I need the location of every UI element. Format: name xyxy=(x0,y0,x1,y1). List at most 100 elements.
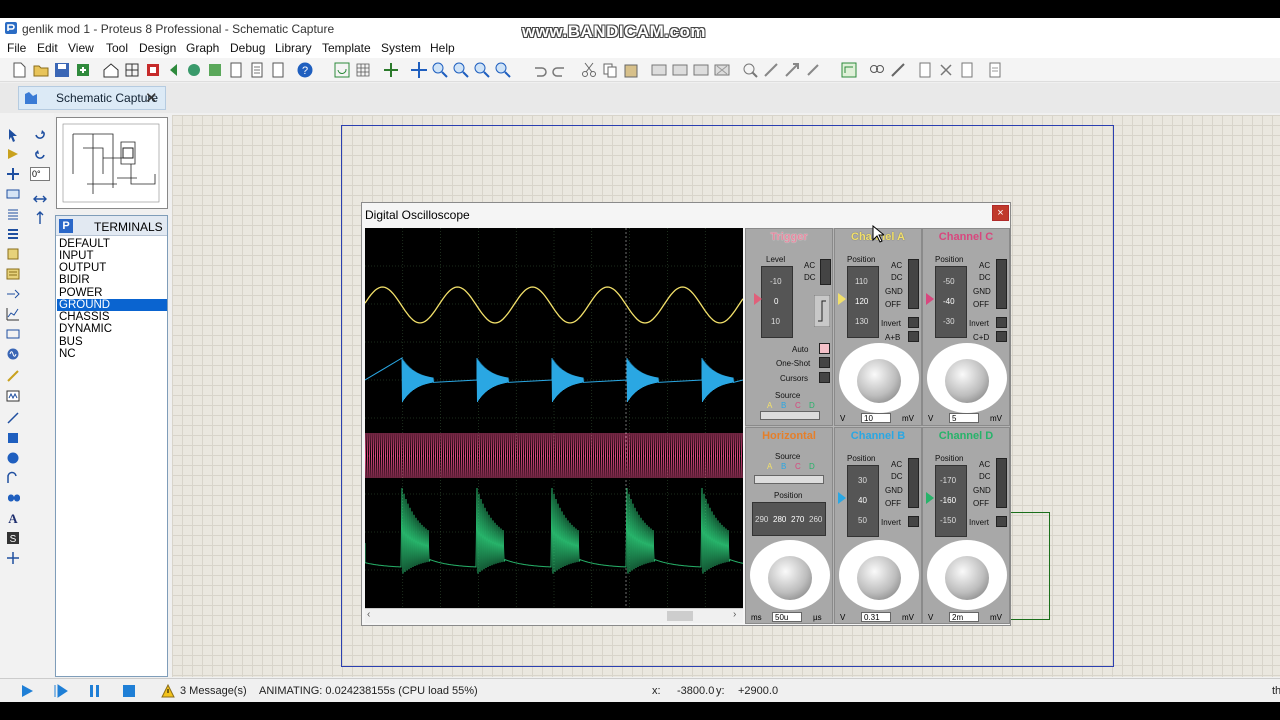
new-file-icon[interactable] xyxy=(10,61,28,79)
play-icon[interactable] xyxy=(20,684,34,698)
oscilloscope-close-button[interactable]: × xyxy=(992,205,1009,221)
trigger-oneshot-button[interactable] xyxy=(819,357,830,368)
trigger-level-control[interactable]: -10 0 10 xyxy=(761,266,793,338)
gallery-icon[interactable] xyxy=(206,61,224,79)
menu-tool[interactable]: Tool xyxy=(106,41,128,55)
rotate-clockwise-icon[interactable] xyxy=(33,128,47,142)
home-icon[interactable] xyxy=(102,61,120,79)
save-icon[interactable] xyxy=(53,61,71,79)
channel-a-aplusb-button[interactable] xyxy=(908,331,919,342)
channel-a-volts-knob[interactable] xyxy=(857,359,901,403)
text-script-icon[interactable] xyxy=(6,207,20,221)
origin-icon[interactable] xyxy=(382,61,400,79)
schematic-icon[interactable] xyxy=(123,61,141,79)
terminal-item-dynamic[interactable]: DYNAMIC xyxy=(57,323,167,335)
horizontal-source-c[interactable]: C xyxy=(795,462,801,471)
messages-count[interactable]: 3 Message(s) xyxy=(180,685,247,697)
graph-mode-icon[interactable] xyxy=(6,307,20,321)
menu-system[interactable]: System xyxy=(381,41,421,55)
import-icon[interactable] xyxy=(74,61,92,79)
arc-icon[interactable] xyxy=(6,471,20,485)
copy-icon[interactable] xyxy=(601,61,619,79)
horizontal-source-a[interactable]: A xyxy=(767,462,772,471)
tab-schematic-capture[interactable]: Schematic Capture ✕ xyxy=(18,86,166,110)
document-icon[interactable] xyxy=(269,61,287,79)
oscilloscope-window[interactable]: Digital Oscilloscope × ‹ › Trigger Level… xyxy=(361,202,1011,626)
menu-edit[interactable]: Edit xyxy=(37,41,58,55)
pick-devices-button[interactable]: P xyxy=(59,219,73,233)
path-icon[interactable] xyxy=(6,491,20,505)
design-explorer-icon[interactable] xyxy=(986,61,1004,79)
component-mode-icon[interactable] xyxy=(6,147,20,161)
channel-a-coupling-switch[interactable] xyxy=(908,259,919,309)
zoom-in-icon[interactable] xyxy=(431,61,449,79)
channel-b-invert-button[interactable] xyxy=(908,516,919,527)
package-tool-icon[interactable] xyxy=(783,61,801,79)
wire-autorouter-icon[interactable] xyxy=(840,61,858,79)
channel-d-coupling-switch[interactable] xyxy=(996,458,1007,508)
channel-d-position-control[interactable]: -170 -160 -150 xyxy=(935,465,967,537)
trigger-cursors-button[interactable] xyxy=(819,372,830,383)
buses-icon[interactable] xyxy=(6,227,20,241)
channel-a-position-control[interactable]: 110 120 130 xyxy=(847,266,879,338)
line-icon[interactable] xyxy=(6,411,20,425)
zoom-out-icon[interactable] xyxy=(452,61,470,79)
terminal-item-bidir[interactable]: BIDIR xyxy=(57,274,167,286)
terminal-item-input[interactable]: INPUT xyxy=(57,250,167,262)
menu-design[interactable]: Design xyxy=(139,41,176,55)
pcb-icon[interactable] xyxy=(144,61,162,79)
source-icon[interactable] xyxy=(227,61,245,79)
trigger-source-a[interactable]: A xyxy=(767,401,772,410)
channel-c-position-control[interactable]: -50 -40 -30 xyxy=(935,266,967,338)
terminal-item-default[interactable]: DEFAULT xyxy=(57,238,167,250)
terminal-item-bus[interactable]: BUS xyxy=(57,336,167,348)
search-tag-icon[interactable] xyxy=(868,61,886,79)
terminal-item-nc[interactable]: NC xyxy=(57,348,167,360)
trigger-source-b[interactable]: B xyxy=(781,401,786,410)
paste-icon[interactable] xyxy=(622,61,640,79)
new-sheet-icon[interactable] xyxy=(916,61,934,79)
scroll-left-icon[interactable]: ‹ xyxy=(367,609,370,620)
tab-close-icon[interactable]: ✕ xyxy=(145,89,158,107)
undo-icon[interactable] xyxy=(530,61,548,79)
exit-parent-icon[interactable] xyxy=(958,61,976,79)
trigger-auto-button[interactable] xyxy=(819,343,830,354)
subcircuit-icon[interactable] xyxy=(6,247,20,261)
overview-preview[interactable] xyxy=(56,117,168,209)
trigger-edge-icon[interactable] xyxy=(814,295,830,327)
symbol-icon[interactable]: S xyxy=(6,531,20,545)
block-move-icon[interactable] xyxy=(671,61,689,79)
channel-d-invert-button[interactable] xyxy=(996,516,1007,527)
horizontal-source-d[interactable]: D xyxy=(809,462,815,471)
menu-debug[interactable]: Debug xyxy=(230,41,265,55)
trigger-source-d[interactable]: D xyxy=(809,401,815,410)
horizontal-source-slider[interactable] xyxy=(754,475,824,484)
generator-icon[interactable] xyxy=(6,347,20,361)
scroll-thumb[interactable] xyxy=(667,611,693,621)
help-icon[interactable]: ? xyxy=(296,61,314,79)
horizontal-position-control[interactable]: 290 280 270 260 xyxy=(752,502,826,536)
terminal-item-power[interactable]: POWER xyxy=(57,287,167,299)
terminal-item-output[interactable]: OUTPUT xyxy=(57,262,167,274)
pan-icon[interactable] xyxy=(410,61,428,79)
menu-template[interactable]: Template xyxy=(322,41,371,55)
refresh-icon[interactable] xyxy=(333,61,351,79)
selection-mode-icon[interactable] xyxy=(6,128,20,142)
channel-c-volts-knob[interactable] xyxy=(945,359,989,403)
marker-icon[interactable] xyxy=(6,551,20,565)
horizontal-source-b[interactable]: B xyxy=(781,462,786,471)
open-folder-icon[interactable] xyxy=(32,61,50,79)
pick-device-icon[interactable] xyxy=(741,61,759,79)
trigger-coupling-switch[interactable] xyxy=(820,259,831,285)
stop-icon[interactable] xyxy=(122,684,136,698)
block-rotate-icon[interactable] xyxy=(692,61,710,79)
junction-dot-icon[interactable] xyxy=(6,167,20,181)
terminal-item-ground[interactable]: GROUND xyxy=(57,299,167,311)
terminal-item-chassis[interactable]: CHASSIS xyxy=(57,311,167,323)
channel-a-invert-button[interactable] xyxy=(908,317,919,328)
mirror-horizontal-icon[interactable] xyxy=(33,192,47,206)
rotate-anticlockwise-icon[interactable] xyxy=(33,148,47,162)
horizontal-time-knob[interactable] xyxy=(768,556,812,600)
circle-icon[interactable] xyxy=(6,451,20,465)
channel-b-coupling-switch[interactable] xyxy=(908,458,919,508)
